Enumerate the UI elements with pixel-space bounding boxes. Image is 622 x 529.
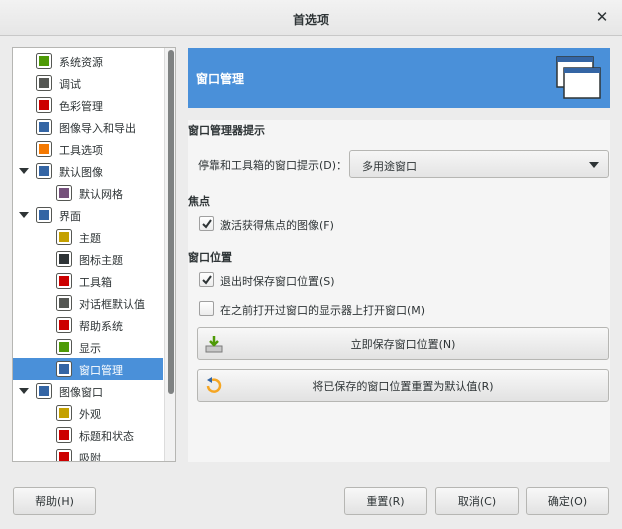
tree-scrollbar-thumb[interactable] — [168, 50, 174, 394]
window-hint-combo[interactable]: 多用途窗口 — [349, 150, 609, 178]
theme-icon — [56, 229, 72, 245]
cancel-button[interactable]: 取消(C) — [435, 487, 519, 515]
default-image-icon — [36, 163, 52, 179]
sidebar-item-label: 默认网格 — [79, 188, 123, 201]
window-title: 首选项 — [292, 13, 329, 27]
sidebar-item-label: 系统资源 — [59, 56, 103, 69]
system-resources-icon — [36, 53, 52, 69]
expander-arrow-icon[interactable] — [19, 168, 29, 174]
sidebar-item[interactable]: 界面 — [13, 204, 163, 226]
sidebar-item-label: 标题和状态 — [79, 430, 134, 443]
expander-arrow-icon[interactable] — [19, 388, 29, 394]
sidebar-item-label: 工具选项 — [59, 144, 103, 157]
title-status-icon — [56, 427, 72, 443]
image-window-icon — [36, 383, 52, 399]
title-bar: 首选项 ✕ — [0, 0, 622, 36]
sidebar-item[interactable]: 帮助系统 — [13, 314, 163, 336]
help-button[interactable]: 帮助(H) — [13, 487, 96, 515]
reset-button[interactable]: 重置(R) — [344, 487, 427, 515]
chevron-down-icon — [589, 162, 599, 168]
appearance-icon — [56, 405, 72, 421]
reset-positions-label: 将已保存的窗口位置重置为默认值(R) — [312, 379, 494, 393]
icon-theme-icon — [56, 251, 72, 267]
sidebar-item[interactable]: 工具箱 — [13, 270, 163, 292]
sidebar-item-label: 吸附 — [79, 452, 101, 462]
sidebar-item-label: 默认图像 — [59, 166, 103, 179]
sidebar-item[interactable]: 标题和状态 — [13, 424, 163, 446]
default-grid-icon — [56, 185, 72, 201]
window-hint-label: 停靠和工具箱的窗口提示(D)： — [198, 159, 348, 172]
expander-arrow-icon[interactable] — [19, 212, 29, 218]
window-management-icon — [56, 361, 72, 377]
page-title: 窗口管理 — [196, 72, 245, 86]
help-system-icon — [56, 317, 72, 333]
sidebar-item[interactable]: 默认图像 — [13, 160, 163, 182]
interface-icon — [36, 207, 52, 223]
sidebar-item[interactable]: 对话框默认值 — [13, 292, 163, 314]
window-management-icon — [556, 56, 601, 99]
sidebar-item-label: 界面 — [59, 210, 81, 223]
sidebar-item-label: 对话框默认值 — [79, 298, 145, 311]
sidebar-item[interactable]: 图像窗口 — [13, 380, 163, 402]
save-on-exit-checkbox[interactable] — [199, 272, 214, 287]
sidebar-item[interactable]: 图标主题 — [13, 248, 163, 270]
page-header: 窗口管理 — [188, 48, 610, 108]
close-icon[interactable]: ✕ — [594, 9, 610, 25]
sidebar-item-label: 色彩管理 — [59, 100, 103, 113]
toolbox-icon — [56, 273, 72, 289]
open-on-monitor-checkbox[interactable] — [199, 301, 214, 316]
sidebar-item[interactable]: 图像导入和导出 — [13, 116, 163, 138]
activate-focus-checkbox[interactable] — [199, 216, 214, 231]
reset-undo-icon — [206, 377, 222, 393]
section-wm-hints-title: 窗口管理器提示 — [188, 124, 265, 137]
window-hint-value: 多用途窗口 — [362, 160, 417, 173]
sidebar-item-label: 主题 — [79, 232, 101, 245]
section-window-pos-title: 窗口位置 — [188, 251, 232, 264]
page-content: 窗口管理器提示 停靠和工具箱的窗口提示(D)： 多用途窗口 焦点 激活获得焦点的… — [188, 120, 610, 462]
sidebar-item[interactable]: 吸附 — [13, 446, 163, 462]
reset-positions-button[interactable]: 将已保存的窗口位置重置为默认值(R) — [197, 369, 609, 402]
sidebar-item[interactable]: 外观 — [13, 402, 163, 424]
sidebar-item[interactable]: 默认网格 — [13, 182, 163, 204]
tool-options-icon — [36, 141, 52, 157]
display-icon — [56, 339, 72, 355]
sidebar-item[interactable]: 工具选项 — [13, 138, 163, 160]
sidebar-item[interactable]: 显示 — [13, 336, 163, 358]
tree-scrollbar[interactable] — [164, 48, 175, 461]
sidebar-item-label: 外观 — [79, 408, 101, 421]
sidebar-item-label: 工具箱 — [79, 276, 112, 289]
sidebar-item[interactable]: 主题 — [13, 226, 163, 248]
save-on-exit-label: 退出时保存窗口位置(S) — [220, 275, 335, 288]
checkmark-icon — [202, 219, 212, 229]
sidebar-item[interactable]: 色彩管理 — [13, 94, 163, 116]
debug-icon — [36, 75, 52, 91]
dialog-defaults-icon — [56, 295, 72, 311]
sidebar-item[interactable]: 调试 — [13, 72, 163, 94]
save-download-icon — [205, 336, 223, 353]
preferences-tree[interactable]: 系统资源调试色彩管理图像导入和导出 工具选项默认图像默认网格界面主题图标主题工具箱… — [12, 47, 176, 462]
sidebar-item[interactable]: 系统资源 — [13, 50, 163, 72]
sidebar-item-label: 图标主题 — [79, 254, 123, 267]
sidebar-item[interactable]: 窗口管理 — [13, 358, 163, 380]
open-on-monitor-label: 在之前打开过窗口的显示器上打开窗口(M) — [220, 304, 426, 317]
sidebar-item-label: 帮助系统 — [79, 320, 123, 333]
color-management-icon — [36, 97, 52, 113]
sidebar-item-label: 调试 — [59, 78, 81, 91]
sidebar-item-label: 窗口管理 — [79, 364, 123, 377]
sidebar-item-label: 图像导入和导出 — [59, 122, 136, 135]
save-positions-now-label: 立即保存窗口位置(N) — [350, 337, 456, 351]
section-focus-title: 焦点 — [188, 195, 210, 208]
sidebar-item-label: 图像窗口 — [59, 386, 103, 399]
checkmark-icon — [202, 275, 212, 285]
ok-button[interactable]: 确定(O) — [526, 487, 609, 515]
save-positions-now-button[interactable]: 立即保存窗口位置(N) — [197, 327, 609, 360]
image-import-export-icon — [36, 119, 52, 135]
activate-focus-label: 激活获得焦点的图像(F) — [220, 219, 334, 232]
snapping-icon — [56, 449, 72, 461]
sidebar-item-label: 显示 — [79, 342, 101, 355]
